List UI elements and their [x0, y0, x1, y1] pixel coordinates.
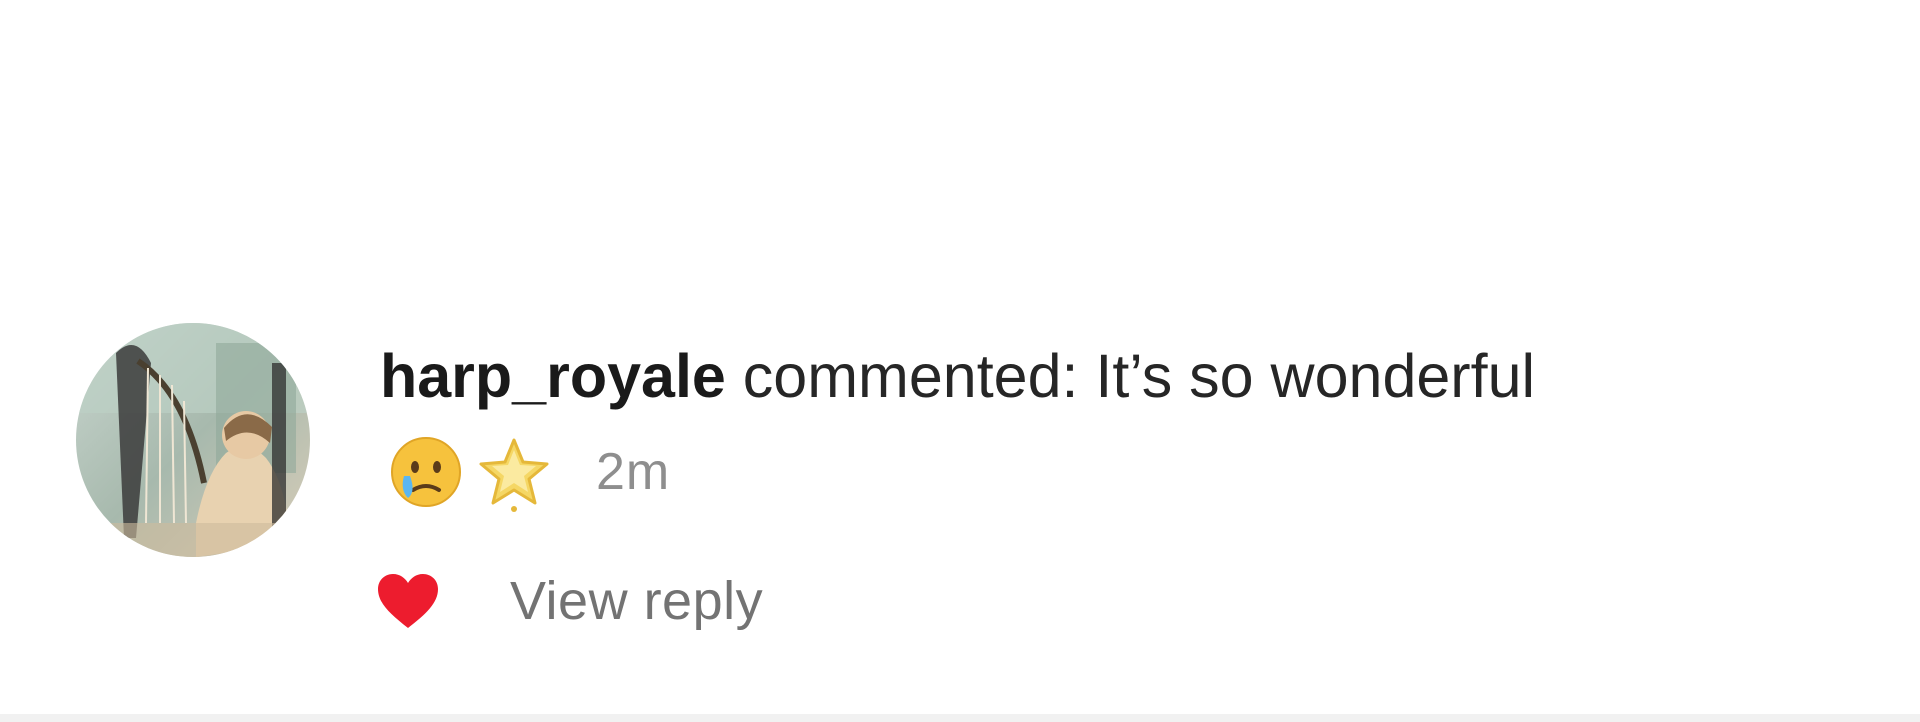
timestamp: 2m [596, 443, 671, 501]
username-link[interactable]: harp_royale [380, 342, 726, 410]
profile-avatar[interactable] [76, 323, 310, 557]
comment-text: harp_royale commented: It’s so wonderful [380, 340, 1535, 412]
bottom-divider [0, 714, 1920, 722]
view-reply-link[interactable]: View reply [510, 570, 763, 632]
comment-actions: View reply [376, 563, 763, 639]
notification-page: harp_royale commented: It’s so wonderful [0, 0, 1920, 722]
heart-icon[interactable] [376, 572, 440, 630]
comment-notification[interactable]: harp_royale commented: It’s so wonderful [0, 0, 1920, 700]
star-emoji [474, 432, 554, 512]
comment-meta: 2m [386, 432, 670, 512]
comment-body: commented: It’s so wonderful [725, 342, 1536, 410]
crying-face-emoji [386, 432, 466, 512]
avatar-photo-icon [76, 323, 310, 557]
